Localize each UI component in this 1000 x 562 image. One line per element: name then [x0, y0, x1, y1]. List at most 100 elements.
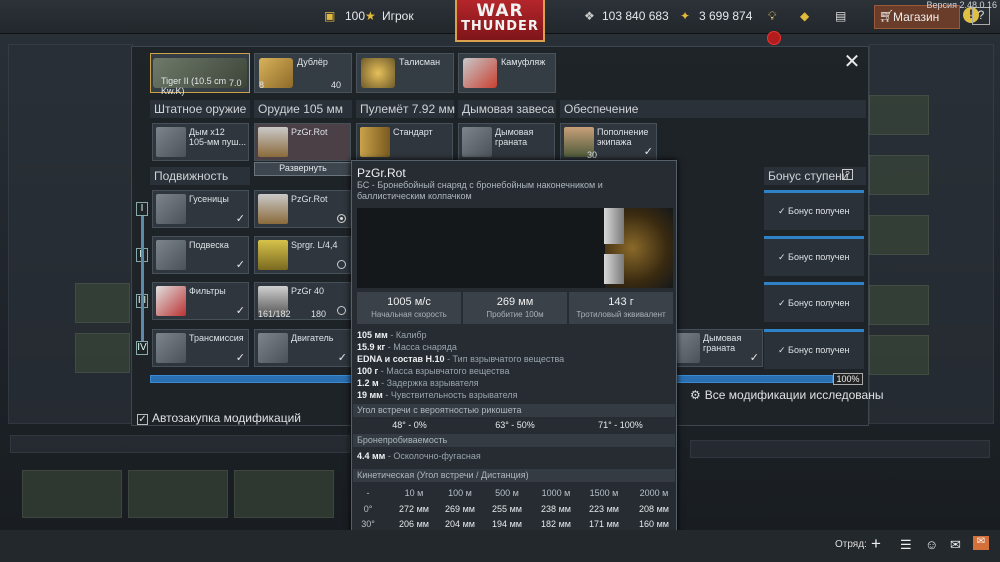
mod-suspension[interactable]: Подвеска ✓	[152, 236, 249, 274]
mod-tracks[interactable]: Гусеницы ✓	[152, 190, 249, 228]
mod-pzgr-40[interactable]: PzGr 40 161/182 180	[254, 282, 351, 320]
vehicle-card[interactable]	[869, 335, 929, 375]
prop-value: EDNA и состав H.10	[357, 354, 445, 364]
all-mods-label: Все модификации исследованы	[704, 388, 884, 402]
he-penetration: 4.4 мм - Осколочно-фугасная	[357, 451, 481, 461]
mod-smoke-grenade[interactable]: Дымовая граната	[458, 123, 555, 161]
header-smoke: Дымовая завеса	[458, 100, 556, 118]
header-standard-weapon: Штатное оружие	[150, 100, 250, 118]
mod-transmission[interactable]: Трансмиссия ✓	[152, 329, 249, 367]
table-header-cell: 10 м	[404, 488, 424, 498]
tier-bonus: ✓ Бонус получен	[764, 282, 864, 322]
chat-icon[interactable]: ✉	[950, 537, 961, 553]
table-cell: 238 мм	[541, 504, 571, 514]
table-cell: 272 мм	[399, 504, 429, 514]
radio[interactable]	[337, 260, 346, 269]
prop-value: 1.2 м	[357, 378, 379, 388]
table-cell: 208 мм	[639, 504, 669, 514]
radio-selected[interactable]	[337, 214, 346, 223]
check-icon: ✓	[235, 259, 245, 271]
shell-icon	[258, 194, 288, 224]
close-icon[interactable]: ✕	[843, 52, 861, 72]
war-thunder-logo[interactable]: WAR THUNDER	[455, 0, 545, 42]
stat-penetration: 269 мм Пробитие 100м	[463, 292, 567, 324]
kinetic-section: Кинетическая (Угол встречи / Дистанция)	[353, 469, 675, 482]
autobuy-checkbox[interactable]: ✓ Автозакупка модификаций	[137, 411, 301, 425]
table-cell: 206 мм	[399, 519, 429, 529]
lightbulb-icon[interactable]: 💡︎	[768, 9, 776, 24]
mod-smoke-x12[interactable]: Дым x12 105-мм пуш...	[152, 123, 249, 161]
mod-crew-replenishment[interactable]: Пополнение экипажа 30 ✓	[560, 123, 657, 161]
mod-pzgr-rot[interactable]: PzGr.Rot	[254, 190, 351, 228]
check-icon: ✓	[778, 252, 789, 262]
vehicle-card[interactable]	[75, 333, 130, 373]
friends-icon[interactable]: ☺	[925, 537, 938, 552]
prop-key: - Тип взрывчатого вещества	[444, 354, 565, 364]
vehicle-slot[interactable]	[22, 470, 122, 518]
talisman-card[interactable]: Талисман	[356, 53, 454, 93]
table-header-cell: 1500 м	[589, 488, 619, 498]
table-cell: 269 мм	[445, 504, 475, 514]
backup-rank: 40	[331, 80, 342, 90]
tooltip-description: БС - Бронебойный снаряд с бронебойным на…	[357, 180, 603, 201]
list-icon[interactable]: ☰	[900, 537, 912, 553]
backup-label: Дублёр	[297, 57, 328, 67]
vehicle-card[interactable]	[869, 215, 929, 255]
stat-muzzle-velocity: 1005 м/с Начальная скорость	[357, 292, 461, 324]
table-cell: 182 мм	[541, 519, 571, 529]
radio[interactable]	[337, 306, 346, 315]
tier-line	[141, 216, 144, 341]
prop-key: - Задержка взрывателя	[378, 378, 479, 388]
coupon-icon[interactable]: ▤	[835, 9, 846, 23]
vehicle-slot[interactable]	[128, 470, 228, 518]
check-icon: ✓	[643, 146, 653, 158]
header-mobility: Подвижность	[150, 167, 250, 185]
notification-icon[interactable]	[767, 31, 781, 45]
backup-card[interactable]: Дублёр 8 40	[254, 53, 352, 93]
player-name[interactable]: Игрок	[382, 9, 414, 23]
camouflage-card[interactable]: Камуфляж	[458, 53, 556, 93]
bonus-label: Бонус получен	[788, 298, 850, 308]
prop-row: EDNA и состав H.10 - Тип взрывчатого вещ…	[357, 354, 564, 364]
ricochet-value: 48° - 0%	[392, 420, 427, 430]
help-icon[interactable]: ?	[842, 169, 853, 180]
mod-label: Дым x12 105-мм пуш...	[189, 127, 246, 147]
mail-icon[interactable]: ✉	[973, 536, 989, 550]
talisman-label: Талисман	[399, 57, 441, 67]
silver-lions-icon: ❖	[584, 9, 595, 23]
mod-sprgr[interactable]: Sprgr. L/4,4	[254, 236, 351, 274]
prop-key: - Осколочно-фугасная	[385, 451, 481, 461]
prop-value: 19 мм	[357, 390, 383, 400]
table-header-cell: 500 м	[495, 488, 519, 498]
table-cell: 194 мм	[492, 519, 522, 529]
vehicle-card[interactable]	[869, 95, 929, 135]
vehicle-card[interactable]	[869, 155, 929, 195]
bonus-label: Бонус получен	[788, 206, 850, 216]
golden-eagles-balance: 3 699 874	[699, 9, 753, 23]
player-level: 100	[345, 9, 366, 23]
mod-progress: 161/182	[258, 309, 291, 319]
vehicle-card[interactable]	[869, 285, 929, 325]
check-icon: ✓	[778, 298, 789, 308]
expand-button[interactable]: Развернуть	[254, 162, 352, 176]
tier-label: IV	[136, 341, 148, 355]
mod-label: PzGr.Rot	[291, 194, 328, 204]
shell-icon	[258, 127, 288, 157]
mod-pzgr-rot-top[interactable]: PzGr.Rot	[254, 123, 351, 161]
he-shell-icon	[258, 240, 288, 270]
vehicle-slot[interactable]	[234, 470, 334, 518]
table-header-cell: -	[366, 488, 370, 498]
table-cell: 223 мм	[589, 504, 619, 514]
mod-label: Гусеницы	[189, 194, 229, 204]
mod-standard-belt[interactable]: Стандарт	[356, 123, 453, 161]
vehicle-card[interactable]	[75, 283, 130, 323]
mod-filters[interactable]: Фильтры ✓	[152, 282, 249, 320]
stat-label: Начальная скорость	[371, 310, 447, 319]
player-avatar-icon[interactable]: ▣	[324, 9, 335, 23]
vehicle-card-tiger[interactable]: Tiger II (10.5 cm Kw.K) 7.0	[150, 53, 250, 96]
add-squad-icon[interactable]: +	[871, 534, 881, 554]
mod-engine[interactable]: Двигатель ✓	[254, 329, 351, 367]
battlepass-icon[interactable]: ◆	[800, 9, 809, 23]
mod-smoke-grenade-2[interactable]: Дымовая граната ✓	[666, 329, 763, 367]
mod-count: 180	[311, 309, 327, 319]
